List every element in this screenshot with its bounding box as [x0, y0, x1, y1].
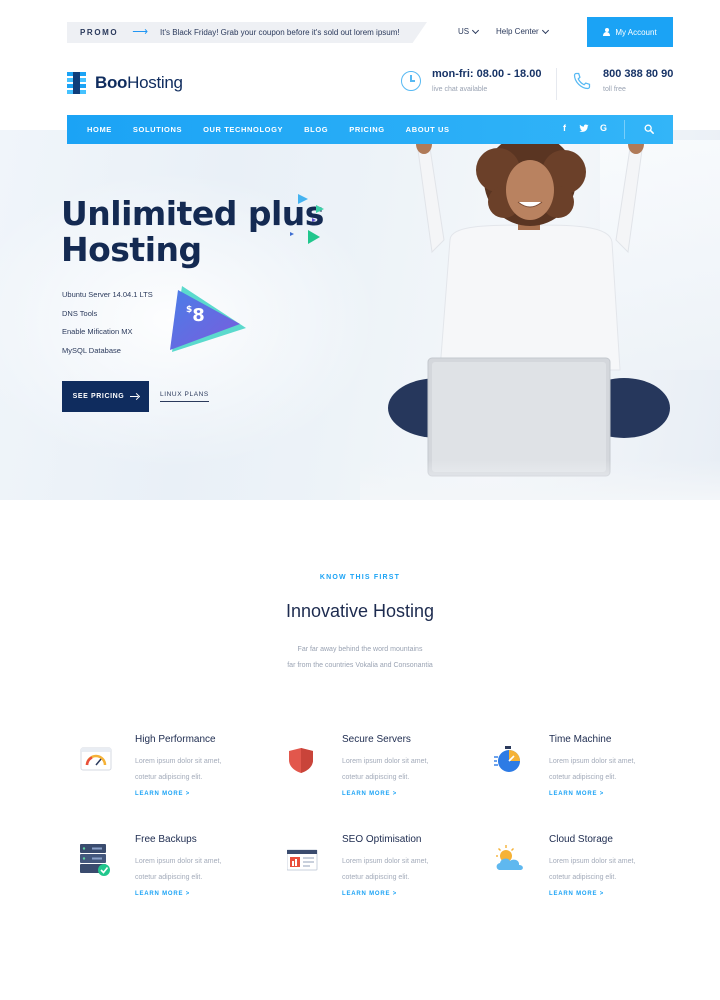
promo-text[interactable]: It's Black Friday! Grab your coupon befo…: [160, 28, 400, 37]
hours-subtitle: live chat available: [432, 86, 488, 93]
promo-bar: PROMO ⟶ It's Black Friday! Grab your cou…: [67, 22, 427, 43]
logo-text: BooHosting: [95, 73, 183, 92]
help-center-label: Help Center: [496, 27, 539, 36]
learn-more-link[interactable]: LEARN MORE >: [549, 891, 604, 897]
feature-card: Time Machine Lorem ipsum dolor sit amet,…: [494, 734, 684, 814]
clock-icon: [401, 71, 421, 91]
phone-icon: [573, 72, 591, 90]
learn-more-link[interactable]: LEARN MORE >: [342, 891, 397, 897]
feature-description: Lorem ipsum dolor sit amet, cotetur adipi…: [549, 858, 636, 881]
nav-item-solutions[interactable]: SOLUTIONS: [133, 125, 182, 134]
feature-card: High Performance Lorem ipsum dolor sit a…: [80, 734, 270, 814]
learn-more-link[interactable]: LEARN MORE >: [135, 791, 190, 797]
hero-feature-item: DNS Tools: [62, 308, 98, 318]
phone-number[interactable]: 800 388 80 90: [603, 68, 673, 80]
cloud-sun-icon: [496, 845, 523, 870]
logo[interactable]: BooHosting: [67, 72, 183, 94]
feature-card: SEO Optimisation Lorem ipsum dolor sit a…: [287, 834, 477, 914]
chevron-down-icon: [472, 26, 480, 34]
nav-item-our-technology[interactable]: OUR TECHNOLOGY: [203, 125, 283, 134]
decorative-triangles-icon: [290, 194, 324, 244]
feature-description: Lorem ipsum dolor sit amet, cotetur adipi…: [549, 758, 636, 781]
nav-item-blog[interactable]: BLOG: [304, 125, 328, 134]
section-title: Innovative Hosting: [285, 601, 435, 621]
feature-card: Free Backups Lorem ipsum dolor sit amet,…: [80, 834, 270, 914]
feature-description: Lorem ipsum dolor sit amet, cotetur adipi…: [135, 758, 222, 781]
hours-title: mon-fri: 08.00 - 18.00: [432, 68, 542, 80]
feature-title: Cloud Storage: [549, 834, 613, 845]
search-icon[interactable]: [644, 124, 654, 134]
section-kicker: KNOW THIS FIRST: [319, 574, 401, 581]
hero-feature-item: Ubuntu Server 14.04.1 LTS: [62, 290, 153, 299]
feature-title: SEO Optimisation: [342, 834, 422, 845]
nav-item-about-us[interactable]: ABOUT US: [406, 125, 450, 134]
user-icon: [603, 28, 611, 36]
google-icon[interactable]: G: [600, 123, 607, 133]
gauge-icon: [80, 747, 112, 771]
help-center-menu[interactable]: Help Center: [496, 26, 549, 36]
browser-chart-icon: [287, 849, 318, 871]
feature-description: Lorem ipsum dolor sit amet, cotetur adipi…: [135, 858, 222, 881]
hero-feature-item: Enable Mification MX: [62, 327, 133, 336]
learn-more-link[interactable]: LEARN MORE >: [549, 791, 604, 797]
hero-feature-list: Ubuntu Server 14.04.1 LTS DNS Tools Enab…: [62, 290, 153, 364]
logo-mark-icon: [67, 72, 86, 94]
section-description: Far far away behind the word mountains f…: [287, 646, 433, 669]
twitter-icon[interactable]: [579, 124, 589, 133]
stopwatch-icon: [494, 746, 520, 772]
server-stack-icon: [80, 844, 110, 876]
learn-more-link[interactable]: LEARN MORE >: [342, 791, 397, 797]
feature-card: Secure Servers Lorem ipsum dolor sit ame…: [287, 734, 477, 814]
price-tag: $8: [186, 305, 205, 326]
language-select[interactable]: US: [458, 26, 480, 36]
hero-feature-item: MySQL Database: [62, 345, 121, 355]
hero: Unlimited plus Hosting Ubuntu Server 14.…: [0, 130, 720, 500]
hours-info: mon-fri: 08.00 - 18.00 live chat availab…: [401, 68, 541, 93]
phone-info: 800 388 80 90 toll free: [572, 68, 673, 93]
feature-card: Cloud Storage Lorem ipsum dolor sit amet…: [494, 834, 684, 914]
my-account-button[interactable]: My Account: [587, 17, 673, 47]
feature-title: High Performance: [135, 734, 216, 745]
woman-with-laptop-image: [388, 134, 670, 477]
header-divider: [556, 68, 557, 100]
language-label: US: [458, 27, 470, 36]
my-account-label: My Account: [615, 27, 657, 37]
learn-more-link[interactable]: LEARN MORE >: [135, 891, 190, 897]
promo-tag: PROMO: [80, 28, 119, 37]
feature-title: Free Backups: [135, 834, 197, 845]
see-pricing-button[interactable]: SEE PRICING: [62, 381, 149, 412]
phone-subtitle: toll free: [603, 86, 626, 93]
shield-icon: [289, 748, 313, 773]
see-pricing-label: SEE PRICING: [72, 393, 125, 400]
nav-divider: [624, 120, 625, 139]
nav-item-home[interactable]: HOME: [87, 125, 112, 134]
feature-description: Lorem ipsum dolor sit amet, cotetur adipi…: [342, 858, 429, 881]
feature-title: Secure Servers: [342, 734, 411, 745]
arrow-right-icon: [130, 395, 139, 398]
arrow-right-icon: ⟶: [132, 26, 149, 38]
feature-description: Lorem ipsum dolor sit amet, cotetur adipi…: [342, 758, 429, 781]
main-nav: HOME SOLUTIONS OUR TECHNOLOGY BLOG PRICI…: [67, 115, 673, 144]
hero-title: Unlimited plus Hosting: [61, 194, 324, 269]
feature-title: Time Machine: [549, 734, 612, 745]
chevron-down-icon: [541, 26, 549, 34]
linux-plans-link[interactable]: LINUX PLANS: [160, 391, 209, 402]
price-badge: [170, 286, 246, 352]
facebook-icon[interactable]: f: [563, 123, 566, 133]
nav-item-pricing[interactable]: PRICING: [349, 125, 384, 134]
